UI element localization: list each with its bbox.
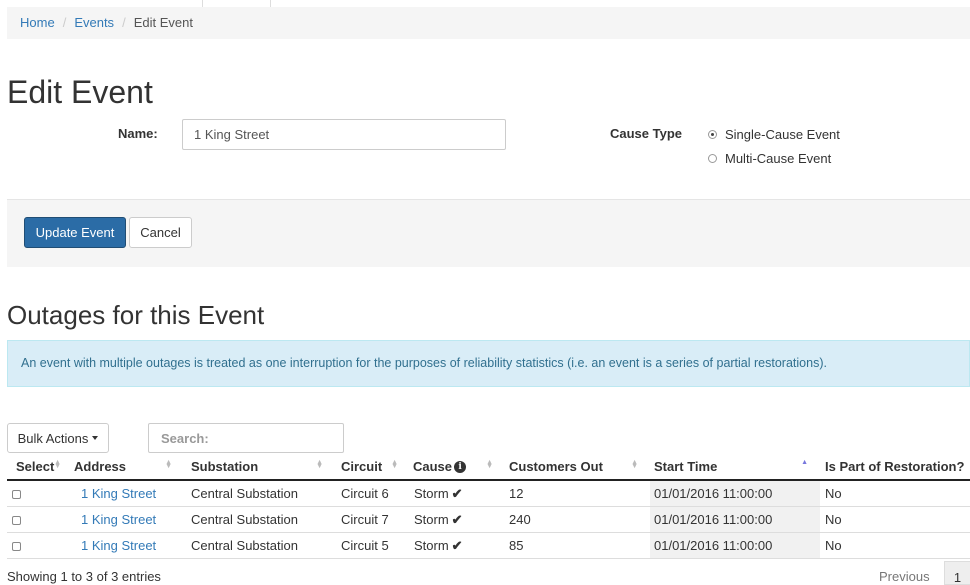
customers-out-cell: 85: [505, 532, 650, 559]
single-cause-radio[interactable]: Single-Cause Event: [708, 127, 840, 142]
substation-cell: Central Substation: [184, 480, 335, 507]
substation-cell: Central Substation: [184, 532, 335, 559]
column-header-start-time[interactable]: Start Time ▲: [650, 455, 820, 481]
customers-out-cell: 240: [505, 506, 650, 533]
search-input[interactable]: [148, 423, 344, 453]
radio-unselected-icon[interactable]: [708, 154, 717, 163]
cause-type-label: Cause Type: [610, 126, 683, 141]
circuit-cell: Circuit 6: [335, 480, 410, 507]
table-row: 1 King Street Central Substation Circuit…: [7, 480, 970, 507]
substation-cell: Central Substation: [184, 506, 335, 533]
check-icon: ✔: [451, 537, 463, 553]
update-event-button[interactable]: Update Event: [24, 217, 126, 248]
breadcrumb-current: Edit Event: [133, 15, 193, 30]
bulk-actions-label: Bulk Actions: [17, 430, 89, 446]
top-tab-stub: [202, 0, 271, 7]
table-header-row: Select ▲ ▼ Address ▲ ▼ Substation ▲ ▼ Circuit ▲…: [7, 455, 970, 481]
column-header-substation[interactable]: Substation ▲ ▼: [184, 455, 335, 481]
table-row: 1 King Street Central Substation Circuit…: [7, 532, 970, 559]
column-header-address[interactable]: Address ▲ ▼: [73, 455, 184, 481]
sort-icon[interactable]: ▲ ▼: [316, 459, 323, 470]
start-time-cell: 01/01/2016 11:00:00: [650, 532, 820, 559]
check-icon: ✔: [451, 485, 463, 501]
caret-down-icon: [92, 436, 99, 440]
page-1-button[interactable]: 1: [944, 561, 970, 585]
table-row: 1 King Street Central Substation Circuit…: [7, 506, 970, 533]
sort-icon[interactable]: ▲ ▼: [54, 459, 61, 470]
multi-cause-label: Multi-Cause Event: [725, 151, 832, 166]
check-icon: ✔: [451, 511, 463, 527]
cause-cell: Storm ✔: [410, 506, 505, 533]
info-alert: An event with multiple outages is treate…: [7, 340, 970, 387]
previous-page-link[interactable]: Previous: [879, 569, 930, 584]
column-header-circuit[interactable]: Circuit ▲ ▼: [335, 455, 410, 481]
entries-info: Showing 1 to 3 of 3 entries: [7, 569, 161, 584]
sort-icon[interactable]: ▲ ▼: [165, 459, 172, 470]
row-checkbox[interactable]: [12, 490, 21, 500]
restoration-cell: No: [820, 532, 970, 559]
breadcrumb: Home / Events / Edit Event: [7, 7, 970, 39]
select-cell: [7, 532, 73, 559]
sort-icon[interactable]: ▲ ▼: [486, 459, 493, 470]
page-title: Edit Event: [7, 74, 153, 110]
cause-cell: Storm ✔: [410, 532, 505, 559]
select-cell: [7, 480, 73, 507]
radio-selected-icon[interactable]: [708, 130, 717, 139]
cancel-button[interactable]: Cancel: [129, 217, 192, 248]
restoration-cell: No: [820, 506, 970, 533]
customers-out-cell: 12: [505, 480, 650, 507]
column-header-customers-out[interactable]: Customers Out ▲ ▼: [505, 455, 650, 481]
restoration-cell: No: [820, 480, 970, 507]
name-label: Name:: [118, 126, 158, 141]
sort-ascending-icon[interactable]: ▲: [801, 459, 808, 466]
start-time-cell: 01/01/2016 11:00:00: [650, 506, 820, 533]
sort-icon[interactable]: ▲ ▼: [631, 459, 638, 470]
single-cause-label: Single-Cause Event: [725, 127, 840, 142]
outages-table: Select ▲ ▼ Address ▲ ▼ Substation ▲ ▼ Circuit ▲…: [7, 455, 970, 559]
breadcrumb-home-link[interactable]: Home: [20, 15, 55, 30]
select-cell: [7, 506, 73, 533]
breadcrumb-separator: /: [122, 15, 126, 30]
cause-cell: Storm ✔: [410, 480, 505, 507]
address-link[interactable]: 1 King Street: [81, 538, 156, 553]
name-input[interactable]: [182, 119, 506, 150]
outages-section-title: Outages for this Event: [7, 300, 265, 330]
info-icon[interactable]: i: [454, 461, 467, 474]
circuit-cell: Circuit 5: [335, 532, 410, 559]
bulk-actions-dropdown[interactable]: Bulk Actions: [7, 423, 109, 453]
row-checkbox[interactable]: [12, 516, 21, 526]
row-checkbox[interactable]: [12, 542, 21, 552]
address-link[interactable]: 1 King Street: [81, 486, 156, 501]
address-link[interactable]: 1 King Street: [81, 512, 156, 527]
column-header-cause[interactable]: Cause i ▲ ▼: [410, 455, 505, 481]
sort-icon[interactable]: ▲ ▼: [391, 459, 398, 470]
column-header-select[interactable]: Select ▲ ▼: [7, 455, 73, 481]
breadcrumb-separator: /: [62, 15, 67, 30]
breadcrumb-events-link[interactable]: Events: [74, 15, 114, 30]
start-time-cell: 01/01/2016 11:00:00: [650, 480, 820, 507]
multi-cause-radio[interactable]: Multi-Cause Event: [708, 151, 831, 166]
column-header-restoration[interactable]: Is Part of Restoration?: [820, 455, 970, 481]
circuit-cell: Circuit 7: [335, 506, 410, 533]
